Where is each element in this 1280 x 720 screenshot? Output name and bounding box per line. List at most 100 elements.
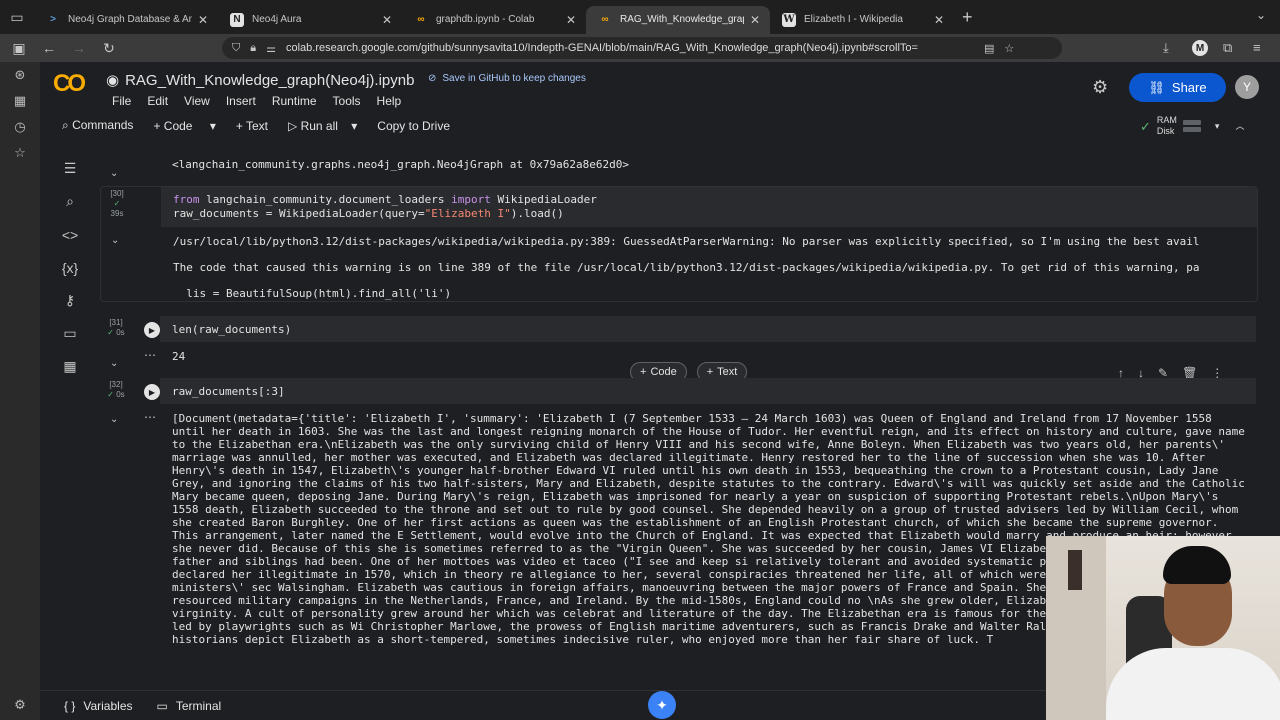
- commands-label: Commands: [72, 118, 134, 132]
- connected-check-icon: ✓: [1140, 118, 1151, 134]
- reload-icon[interactable]: ↻: [94, 40, 124, 57]
- menu-tools[interactable]: Tools: [333, 94, 361, 108]
- code-cell-31[interactable]: [31] ✓ 0s ▶ len(raw_documents) ⋯ 24 ⌄: [100, 314, 1258, 369]
- settings-icon[interactable]: ⚙: [0, 692, 40, 718]
- add-code-button[interactable]: + Code ▾: [153, 119, 215, 133]
- browser-tab-2[interactable]: ∞ graphdb.ipynb - Colab ✕: [402, 6, 586, 34]
- output-menu-icon[interactable]: ⋯: [144, 410, 156, 424]
- browser-tab-4[interactable]: W Elizabeth I - Wikipedia ✕: [770, 6, 954, 34]
- code-line-2[interactable]: raw_documents = WikipediaLoader(query="E…: [173, 207, 564, 220]
- back-icon[interactable]: ←: [34, 40, 64, 56]
- close-tab-icon[interactable]: ✕: [934, 13, 944, 27]
- exec-time: 0s: [116, 328, 125, 337]
- menu-edit[interactable]: Edit: [147, 94, 168, 108]
- gemini-icon[interactable]: ✦: [648, 691, 676, 719]
- menu-file[interactable]: File: [112, 94, 131, 108]
- link-icon: ⛓: [1148, 79, 1165, 95]
- bookmark-star-icon[interactable]: ☆: [1004, 42, 1014, 55]
- user-avatar[interactable]: Y: [1235, 75, 1259, 99]
- background-object: [1068, 550, 1082, 590]
- notebook-title[interactable]: RAG_With_Knowledge_graph(Neo4j).ipynb: [125, 72, 414, 89]
- colab-logo[interactable]: CO: [53, 70, 86, 98]
- chevron-down-icon[interactable]: ▾: [1215, 121, 1220, 132]
- table-of-contents-icon[interactable]: ☰: [40, 152, 100, 185]
- code-line[interactable]: raw_documents[:3]: [172, 385, 285, 398]
- notebook-side-rail: ☰ ⌕ <> {x} ⚷ ▭ ▦: [40, 152, 100, 690]
- collapse-chevron-icon[interactable]: ⌄: [110, 168, 118, 179]
- webcam-overlay: [1046, 536, 1280, 720]
- download-icon[interactable]: ⤓: [1163, 40, 1169, 56]
- terminal-button[interactable]: ▭ Terminal: [157, 699, 222, 713]
- github-icon: ◉: [106, 72, 120, 89]
- browser-tab-1[interactable]: N Neo4j Aura ✕: [218, 6, 402, 34]
- close-tab-icon[interactable]: ✕: [198, 13, 208, 27]
- prev-output-text: <langchain_community.graphs.neo4j_graph.…: [172, 158, 629, 171]
- code-line[interactable]: len(raw_documents): [172, 323, 291, 336]
- add-text-button[interactable]: + Text: [236, 119, 268, 133]
- lock-icon[interactable]: 🔒︎: [250, 42, 256, 55]
- url-text[interactable]: colab.research.google.com/github/sunnysa…: [286, 42, 976, 54]
- settings-gear-icon[interactable]: ⚙: [1092, 77, 1108, 98]
- collapse-chevron-icon[interactable]: ⌄: [110, 358, 118, 369]
- tab-search-icon[interactable]: ▭: [0, 0, 34, 34]
- exec-time: 0s: [116, 390, 125, 399]
- menu-view[interactable]: View: [184, 94, 210, 108]
- chevron-up-icon[interactable]: ︿: [1235, 121, 1244, 132]
- history-icon[interactable]: ◷: [0, 114, 40, 140]
- site-settings-icon[interactable]: ⚌: [266, 42, 276, 55]
- menu-help[interactable]: Help: [377, 94, 402, 108]
- code-line-1[interactable]: from langchain_community.document_loader…: [173, 193, 597, 206]
- ram-disk-indicator[interactable]: ✓ RAM Disk ▾ ︿: [1140, 115, 1244, 137]
- save-github-link[interactable]: ⊘ Save in GitHub to keep changes: [428, 73, 586, 84]
- exec-count: [32]: [109, 380, 123, 389]
- menu-runtime[interactable]: Runtime: [272, 94, 317, 108]
- variables-icon: { }: [64, 698, 76, 713]
- collapse-chevron-icon[interactable]: ⌄: [111, 235, 119, 246]
- code-editor[interactable]: [160, 378, 1256, 404]
- find-replace-icon[interactable]: ⌕: [40, 185, 100, 218]
- ai-chat-icon[interactable]: ⊛: [0, 62, 40, 88]
- run-all-button[interactable]: ▷ Run all ▾: [288, 119, 357, 133]
- warning-line-1: /usr/local/lib/python3.12/dist-packages/…: [173, 235, 1200, 248]
- code-snippets-icon[interactable]: <>: [40, 218, 100, 251]
- bookmarks-icon[interactable]: ☆: [0, 140, 40, 166]
- forward-icon[interactable]: →: [64, 40, 94, 56]
- reader-mode-icon[interactable]: ▤: [984, 42, 994, 55]
- code-token: WikipediaLoader: [490, 193, 597, 206]
- browser-menu-icon[interactable]: ≡: [1253, 40, 1261, 55]
- variables-label: Variables: [83, 698, 133, 713]
- output-menu-icon[interactable]: ⋯: [144, 348, 156, 362]
- run-cell-button[interactable]: ▶: [144, 384, 160, 400]
- commands-button[interactable]: ⌕ Commands: [62, 118, 133, 133]
- variables-button[interactable]: { } Variables: [64, 699, 133, 713]
- browser-tab-3[interactable]: ∞ RAG_With_Knowledge_graph(N ✕: [586, 5, 770, 34]
- new-tab-icon[interactable]: +: [962, 7, 973, 28]
- address-bar[interactable]: ⛉ 🔒︎ ⚌ colab.research.google.com/github/…: [222, 37, 1062, 59]
- shield-icon[interactable]: ⛉: [232, 42, 240, 55]
- chevron-down-icon[interactable]: ⌄: [1256, 8, 1266, 22]
- extensions-icon[interactable]: ⧉: [1223, 40, 1232, 56]
- chevron-down-icon[interactable]: ▾: [351, 119, 357, 133]
- close-tab-icon[interactable]: ✕: [382, 13, 392, 27]
- code-editor[interactable]: [160, 316, 1256, 342]
- files-folder-icon[interactable]: ▭: [40, 317, 100, 350]
- menu-insert[interactable]: Insert: [226, 94, 256, 108]
- collapse-chevron-icon[interactable]: ⌄: [110, 414, 118, 425]
- reading-list-icon[interactable]: ▦: [0, 88, 40, 114]
- data-table-icon[interactable]: ▦: [40, 350, 100, 383]
- presenter-hair: [1163, 546, 1231, 584]
- prev-output-cell: ⌄ <langchain_community.graphs.neo4j_grap…: [100, 152, 1258, 179]
- chevron-down-icon[interactable]: ▾: [210, 119, 216, 133]
- copy-to-drive-button[interactable]: Copy to Drive: [377, 119, 450, 133]
- run-cell-button[interactable]: ▶: [144, 322, 160, 338]
- sidebar-toggle-icon[interactable]: ▣: [4, 40, 34, 57]
- variables-icon[interactable]: {x}: [40, 251, 100, 284]
- close-tab-icon[interactable]: ✕: [750, 13, 760, 27]
- profile-avatar[interactable]: M: [1192, 40, 1208, 56]
- close-tab-icon[interactable]: ✕: [566, 13, 576, 27]
- secrets-key-icon[interactable]: ⚷: [40, 284, 100, 317]
- browser-tab-0[interactable]: > Neo4j Graph Database & Analyt ✕: [34, 6, 218, 34]
- share-button[interactable]: ⛓ Share: [1129, 73, 1226, 102]
- code-token: from: [173, 193, 200, 206]
- code-cell-30[interactable]: [30] ✓ 39s from langchain_community.docu…: [100, 186, 1258, 302]
